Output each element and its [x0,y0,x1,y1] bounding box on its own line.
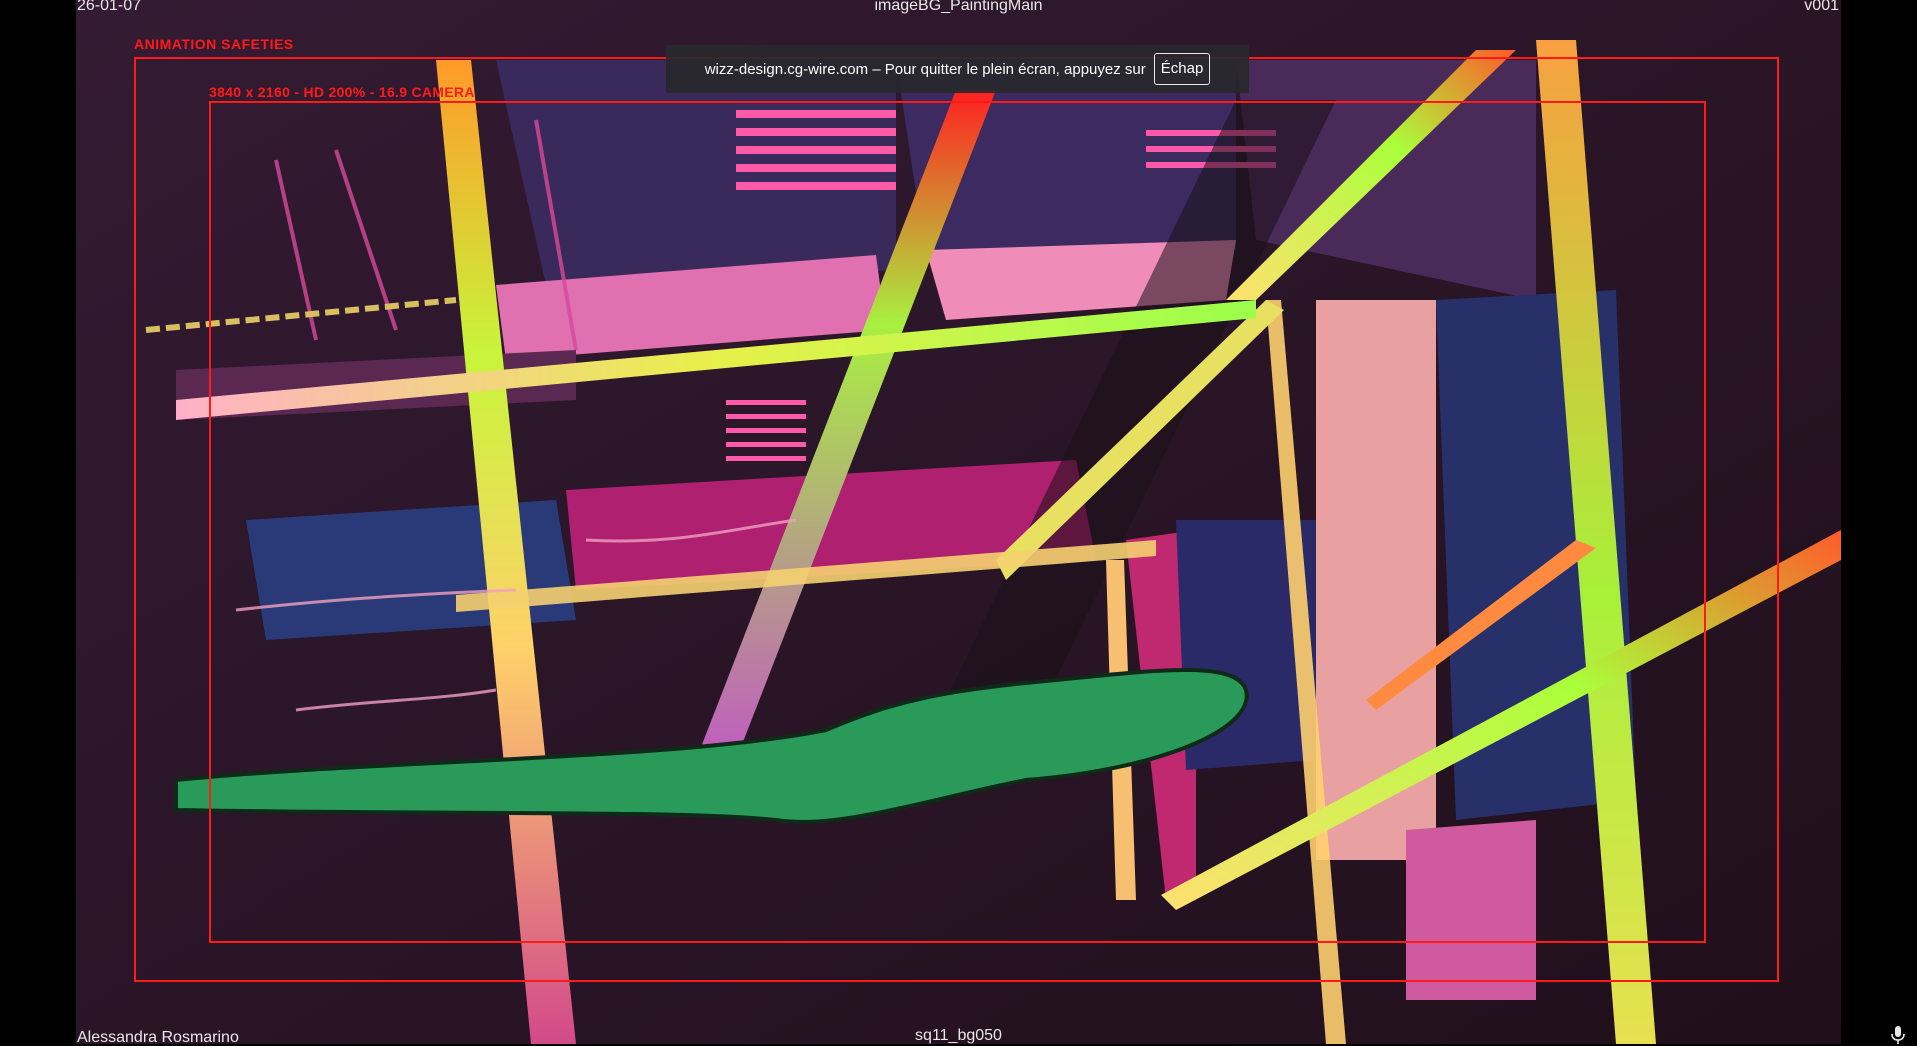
file-name-label: imageBG_PaintingMain [874,0,1043,14]
version-label: v001 [1804,0,1839,14]
escape-key-button[interactable]: Échap [1153,53,1211,85]
camera-frame [209,101,1706,943]
viewer-stage: 26-01-07 imageBG_PaintingMain v001 ANIMA… [0,0,1917,1046]
camera-label: 3840 x 2160 - HD 200% - 16.9 CAMERA [209,84,475,100]
microphone-icon[interactable] [1891,1026,1905,1044]
animation-safeties-label: ANIMATION SAFETIES [134,36,294,52]
fullscreen-banner: wizz-design.cg-wire.com – Pour quitter l… [666,45,1249,93]
fullscreen-message: wizz-design.cg-wire.com – Pour quitter l… [704,60,1146,78]
shot-label: sq11_bg050 [915,1027,1002,1044]
